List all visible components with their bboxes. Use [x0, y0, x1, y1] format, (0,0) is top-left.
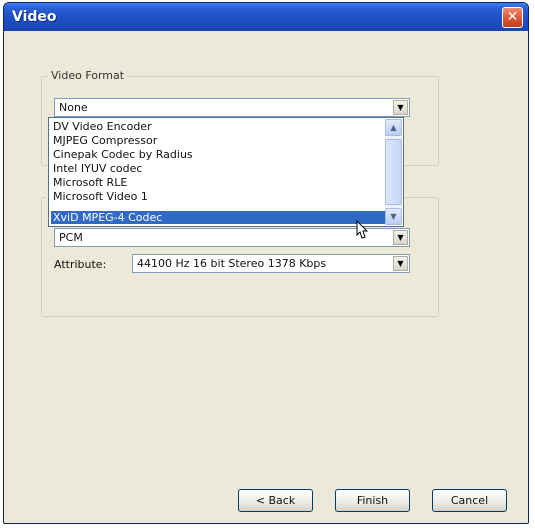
video-format-value: None — [59, 101, 88, 114]
back-button[interactable]: < Back — [238, 489, 313, 512]
attribute-label: Attribute: — [54, 258, 107, 271]
dialog-title: Video — [12, 9, 57, 25]
finish-button[interactable]: Finish — [335, 489, 410, 512]
attribute-select[interactable]: 44100 Hz 16 bit Stereo 1378 Kbps ▼ — [132, 254, 410, 273]
title-bar[interactable]: Video ✕ — [4, 3, 528, 31]
attribute-value: 44100 Hz 16 bit Stereo 1378 Kbps — [137, 257, 327, 270]
list-item[interactable]: DV Video Encoder — [51, 120, 385, 133]
close-button[interactable]: ✕ — [502, 7, 523, 28]
chevron-down-icon[interactable]: ▼ — [393, 256, 408, 271]
audio-format-value: PCM — [59, 231, 83, 244]
video-dialog: Video ✕ Video Format None ▼ A PCM ▼ Attr… — [3, 2, 529, 524]
list-item[interactable]: Cinepak Codec by Radius — [51, 148, 385, 161]
mouse-pointer-icon — [356, 219, 369, 239]
video-format-select[interactable]: None ▼ — [54, 98, 410, 117]
list-item-selected[interactable]: XviD MPEG-4 Codec — [51, 211, 385, 224]
chevron-up-icon[interactable]: ▲ — [385, 119, 402, 136]
dropdown-scrollbar[interactable]: ▲ ▼ — [385, 119, 402, 225]
scrollbar-thumb[interactable] — [385, 139, 402, 205]
list-item[interactable]: Microsoft RLE — [51, 176, 385, 189]
list-item[interactable]: Intel IYUV codec — [51, 162, 385, 175]
chevron-down-icon[interactable]: ▼ — [393, 100, 408, 115]
chevron-down-icon[interactable]: ▼ — [385, 208, 402, 225]
video-format-legend: Video Format — [48, 69, 128, 82]
list-item[interactable]: Microsoft Video 1 — [51, 190, 385, 203]
dialog-client-area: Video Format None ▼ A PCM ▼ Attribute: 4… — [8, 31, 524, 519]
cancel-button[interactable]: Cancel — [432, 489, 507, 512]
chevron-down-icon[interactable]: ▼ — [393, 230, 408, 245]
video-format-dropdown-list[interactable]: DV Video Encoder MJPEG Compressor Cinepa… — [48, 117, 404, 227]
list-item[interactable]: MJPEG Compressor — [51, 134, 385, 147]
close-icon: ✕ — [506, 9, 519, 25]
